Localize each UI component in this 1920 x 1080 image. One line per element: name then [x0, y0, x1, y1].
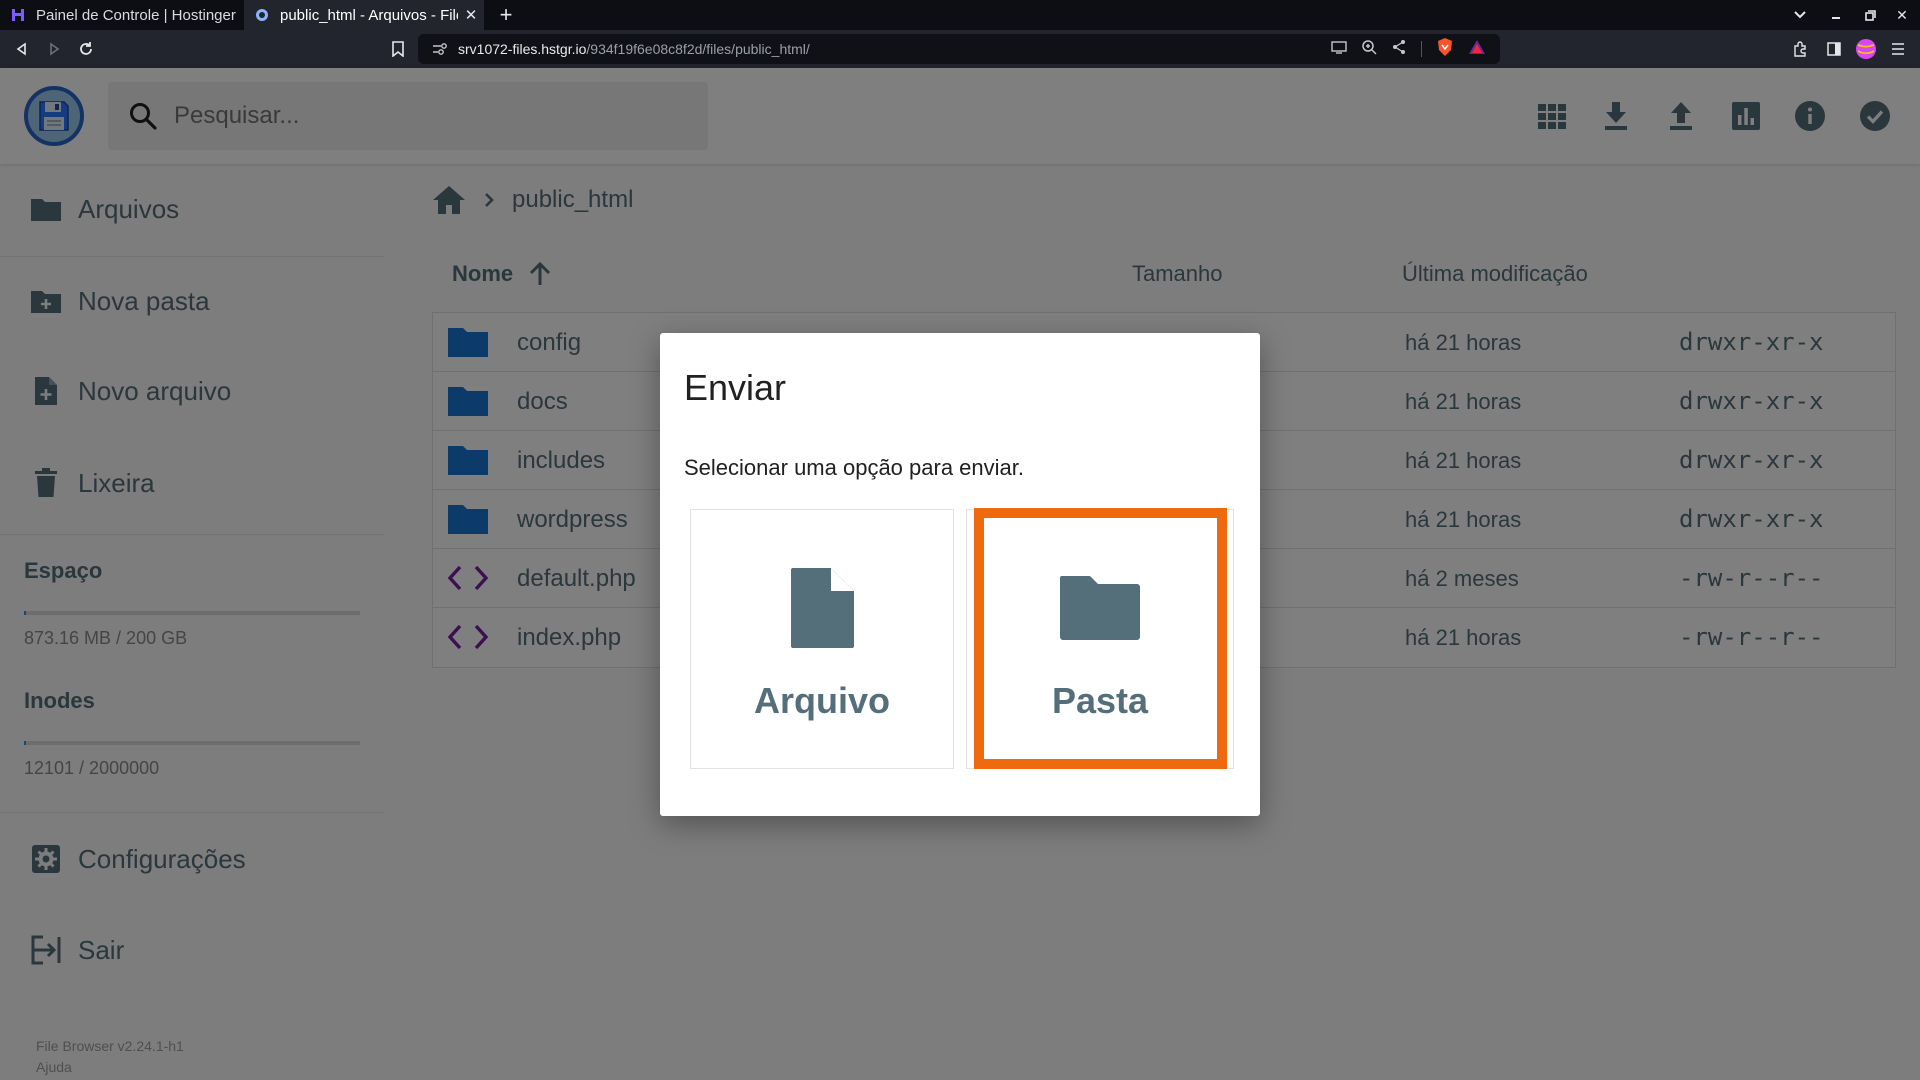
divider: [1421, 41, 1422, 57]
brave-shields-icon[interactable]: [1436, 37, 1454, 62]
url-host: srv1072-files.hstgr.io: [458, 41, 587, 57]
restore-window-icon[interactable]: [1852, 0, 1888, 30]
url-text: srv1072-files.hstgr.io/934f19f6e08c8f2d/…: [458, 41, 810, 57]
site-info-icon[interactable]: [432, 42, 448, 56]
browser-tab-bar: Painel de Controle | Hostinger public_ht…: [0, 0, 1920, 30]
forward-icon[interactable]: [42, 37, 66, 61]
cast-icon[interactable]: [1331, 40, 1347, 59]
dialog-title: Enviar: [684, 367, 787, 408]
brave-rewards-icon[interactable]: [1468, 39, 1486, 60]
browser-tab-title: public_html - Arquivos - File Browser: [280, 6, 458, 24]
back-icon[interactable]: [10, 37, 34, 61]
browser-tab-filebrowser[interactable]: public_html - Arquivos - File Browser ✕: [244, 0, 484, 30]
browser-toolbar: srv1072-files.hstgr.io/934f19f6e08c8f2d/…: [0, 30, 1920, 68]
url-path: /934f19f6e08c8f2d/files/public_html/: [586, 41, 810, 57]
upload-file-button[interactable]: Arquivo: [690, 509, 954, 769]
close-window-icon[interactable]: ✕: [1884, 0, 1920, 30]
share-icon[interactable]: [1391, 39, 1407, 60]
bookmark-icon[interactable]: [386, 37, 410, 61]
upload-folder-button[interactable]: Pasta: [966, 509, 1234, 769]
close-tab-icon[interactable]: ✕: [458, 6, 484, 24]
option-label: Arquivo: [753, 680, 890, 721]
profile-avatar[interactable]: [1854, 37, 1878, 61]
address-bar[interactable]: srv1072-files.hstgr.io/934f19f6e08c8f2d/…: [418, 34, 1500, 64]
upload-dialog: Enviar Selecionar uma opção para enviar.…: [660, 333, 1260, 816]
folder-icon: [1059, 566, 1141, 650]
zoom-icon[interactable]: [1361, 39, 1377, 60]
extensions-icon[interactable]: [1788, 37, 1812, 61]
file-icon: [789, 566, 855, 650]
filebrowser-favicon-icon: [254, 7, 270, 23]
reload-icon[interactable]: [74, 37, 98, 61]
browser-tab-hostinger[interactable]: Painel de Controle | Hostinger: [0, 0, 244, 30]
new-tab-icon[interactable]: +: [494, 3, 518, 27]
browser-tab-title: Painel de Controle | Hostinger: [36, 6, 236, 24]
dialog-description: Selecionar uma opção para enviar.: [684, 455, 1024, 480]
sidebar-toggle-icon[interactable]: [1822, 37, 1846, 61]
option-label: Pasta: [1051, 680, 1149, 721]
tab-list-chevron-icon[interactable]: [1782, 0, 1818, 30]
browser-menu-icon[interactable]: [1886, 37, 1910, 61]
hostinger-favicon-icon: [10, 7, 26, 23]
minimize-window-icon[interactable]: [1818, 0, 1854, 30]
